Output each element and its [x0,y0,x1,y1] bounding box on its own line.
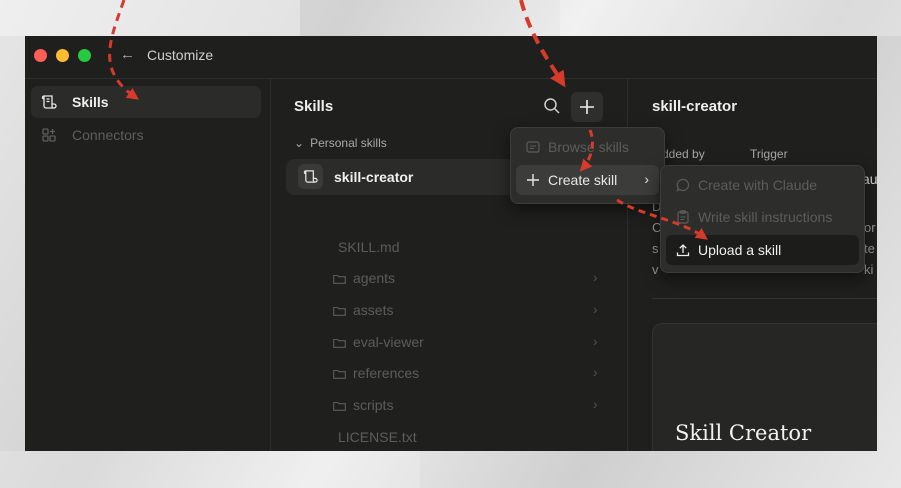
sidebar-item-label: Connectors [72,127,144,143]
menu-item-upload-skill[interactable]: Upload a skill [666,235,859,265]
sidebar-item-connectors[interactable]: Connectors [31,119,261,151]
trigger-label: Trigger [750,147,788,161]
sidebar-item-label: Skills [72,94,109,110]
tree-item-folder[interactable]: references [333,365,419,381]
upload-icon [676,244,690,257]
chevron-right-icon: › [593,396,598,412]
chevron-right-icon: › [593,301,598,317]
menu-item-write-skill-instructions[interactable]: Write skill instructions [666,202,859,232]
folder-icon [333,306,346,316]
sidebar-item-skills[interactable]: Skills [31,86,261,118]
tree-item-folder[interactable]: scripts [333,397,393,413]
chevron-right-icon: › [593,364,598,380]
browse-icon [526,141,540,153]
skill-name: skill-creator [334,169,414,185]
detail-title: skill-creator [652,98,738,115]
tree-item-file[interactable]: LICENSE.txt [338,429,417,445]
skill-row-selected[interactable]: skill-creator [286,159,526,195]
added-by-label: dded by [662,147,705,161]
folder-icon [333,338,346,348]
sidebar: Skills Connectors [25,79,271,451]
chevron-down-icon: ⌄ [294,136,305,150]
customize-window: ← Customize Skills Connectors Skills ⌄ P… [25,36,877,451]
menu-item-browse-skills[interactable]: Browse skills [516,132,659,162]
panel-title: Skills [294,98,334,115]
create-skill-submenu: Create with Claude Write skill instructi… [660,165,865,273]
tree-item-folder[interactable]: assets [333,302,393,318]
text-fragment: or [864,220,876,235]
folder-icon [333,401,346,411]
tree-item-folder[interactable]: agents [333,270,395,286]
scroll-icon [303,170,318,183]
title-bar: ← Customize [25,36,877,79]
chevron-right-icon: › [593,269,598,285]
window-title: Customize [147,47,214,63]
text-fragment: ki [864,262,874,277]
text-fragment: v [652,262,659,277]
add-skill-button[interactable] [571,92,603,122]
plus-icon [580,100,594,114]
skill-preview-card[interactable]: Skill Creator [652,323,877,451]
plus-icon [527,174,539,186]
clipboard-icon [677,210,689,224]
folder-icon [333,369,346,379]
tree-item-folder[interactable]: eval-viewer [333,334,424,350]
menu-item-create-with-claude[interactable]: Create with Claude [666,170,859,200]
tree-item-file[interactable]: SKILL.md [338,239,399,255]
close-window-button[interactable] [34,49,47,62]
folder-icon [333,274,346,284]
text-fragment: te [864,241,875,256]
chevron-right-icon: › [593,333,598,349]
card-title: Skill Creator [675,421,812,445]
chevron-right-icon: › [644,171,649,187]
connectors-icon [42,128,56,142]
scroll-icon [41,95,57,109]
divider [652,298,877,299]
back-arrow-icon[interactable]: ← [120,46,135,63]
skill-icon [298,164,323,189]
minimize-window-button[interactable] [56,49,69,62]
menu-item-create-skill[interactable]: Create skill › [516,165,659,195]
zoom-window-button[interactable] [78,49,91,62]
add-menu: Browse skills Create skill › [510,127,665,204]
search-icon[interactable] [543,97,561,115]
section-personal-skills[interactable]: ⌄ Personal skills [294,136,387,150]
text-fragment: s [652,241,659,256]
chat-bubble-icon [676,178,690,192]
